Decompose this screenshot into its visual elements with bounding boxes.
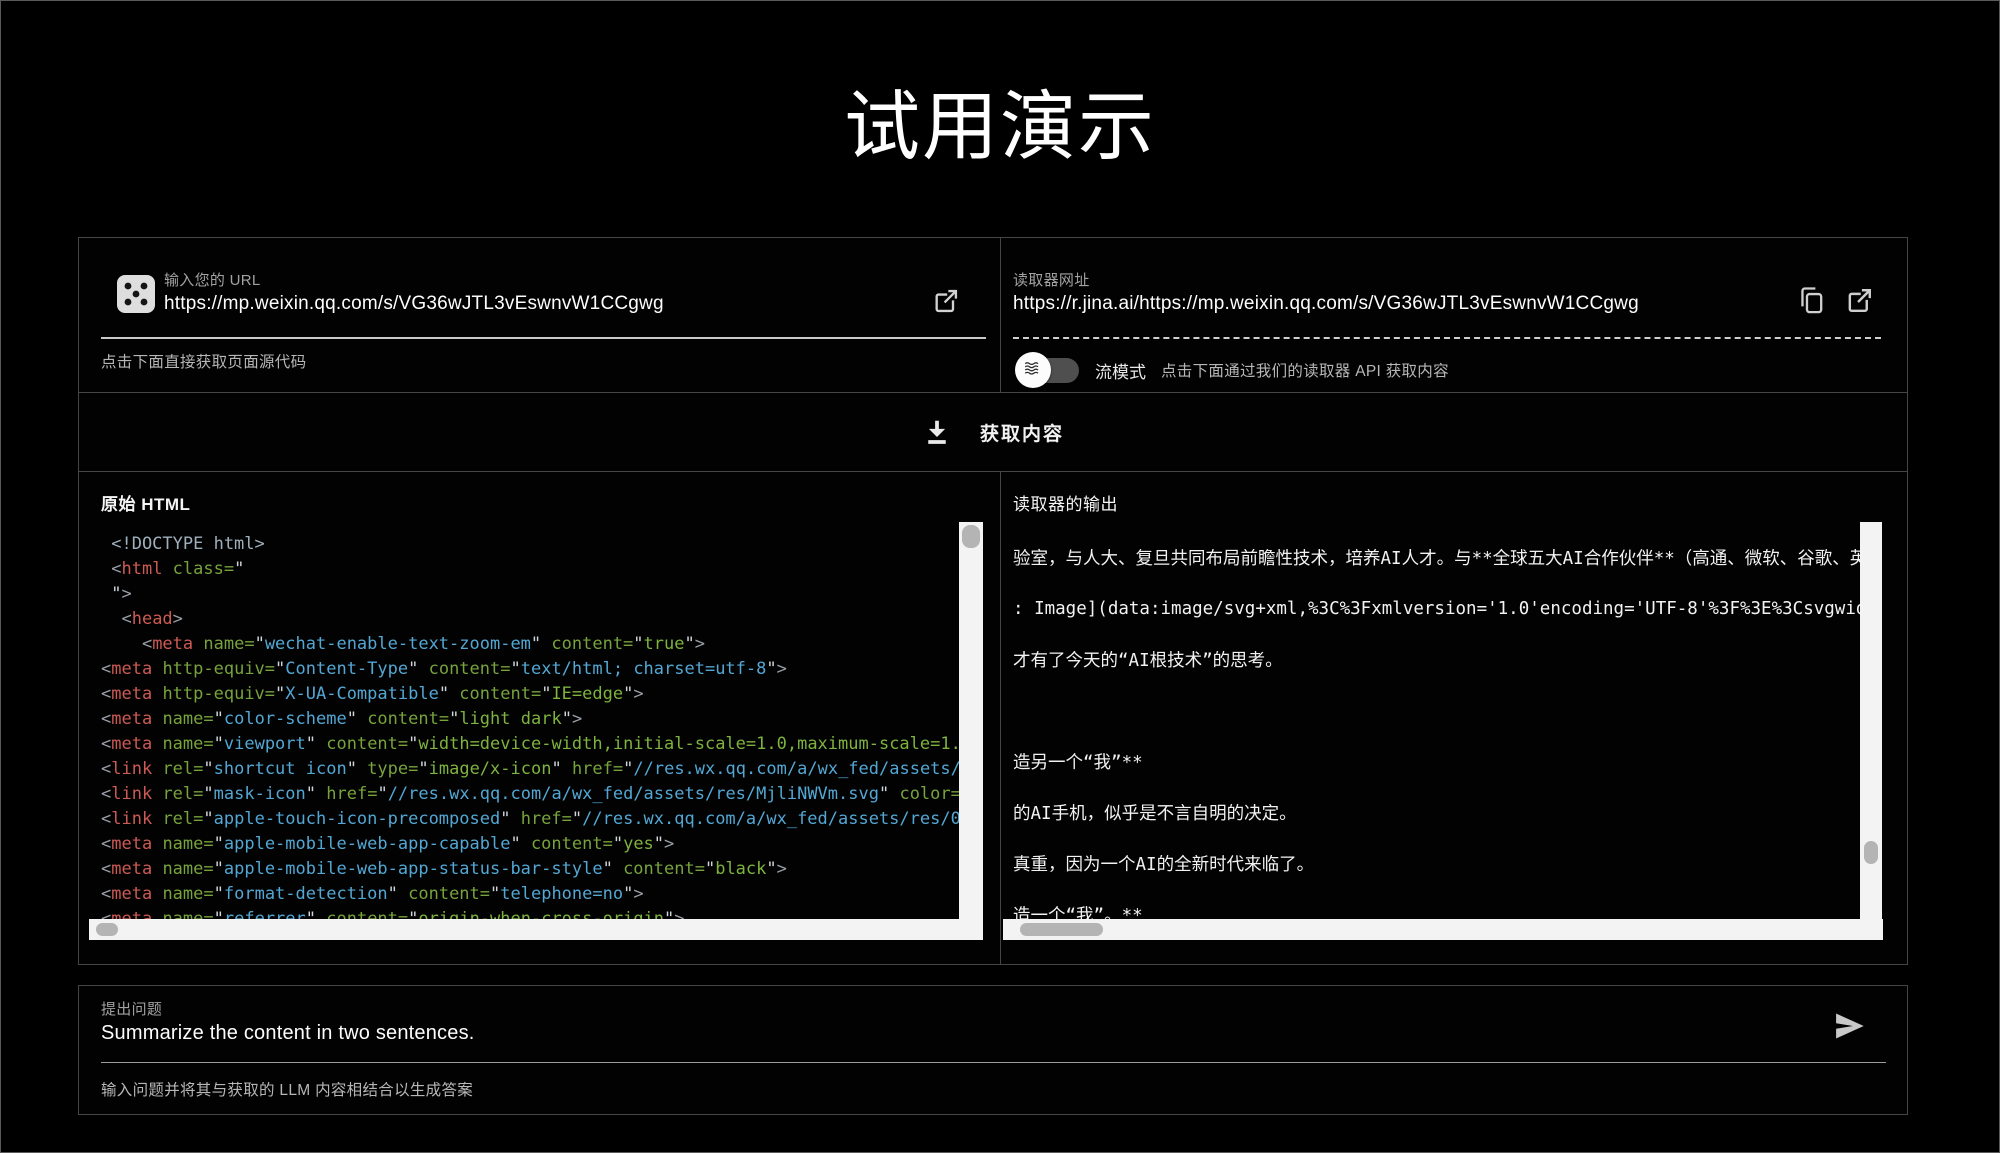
reader-output-text[interactable]: 验室，与人大、复旦共同布局前瞻性技术，培养AI人才。与**全球五大AI合作伙伴*…: [1013, 532, 1861, 934]
scrollbar-thumb[interactable]: [1020, 923, 1103, 936]
code-line: <meta http-equiv="X-UA-Compatible" conte…: [101, 682, 959, 707]
copy-icon[interactable]: [1796, 285, 1827, 316]
code-line: <meta name="apple-mobile-web-app-status-…: [101, 857, 959, 882]
open-url-icon[interactable]: [932, 287, 960, 315]
question-helper: 输入问题并将其与获取的 LLM 内容相结合以生成答案: [101, 1078, 473, 1100]
code-line: <meta http-equiv="Content-Type" content=…: [101, 657, 959, 682]
question-card: 提出问题 Summarize the content in two senten…: [78, 985, 1908, 1115]
code-line: <head>: [101, 607, 959, 632]
code-line: <meta name="format-detection" content="t…: [101, 882, 959, 907]
scrollbar-thumb[interactable]: [96, 923, 118, 936]
code-line: <html class=": [101, 557, 959, 582]
output-line: 的AI手机，似乎是不言自明的决定。: [1013, 787, 1861, 838]
reader-output-horizontal-scrollbar[interactable]: [1003, 919, 1883, 940]
fetch-content-label: 获取内容: [980, 419, 1064, 446]
reader-helper: 点击下面通过我们的读取器 API 获取内容: [1161, 359, 1449, 381]
scrollbar-thumb[interactable]: [1864, 841, 1878, 864]
send-icon[interactable]: [1831, 1008, 1867, 1044]
source-url-helper: 点击下面直接获取页面源代码: [101, 350, 306, 372]
reader-output-panel: 读取器的输出 验室，与人大、复旦共同布局前瞻性技术，培养AI人才。与**全球五大…: [1001, 472, 1907, 965]
input-row: 输入您的 URL https://mp.weixin.qq.com/s/VG36…: [79, 238, 1907, 393]
reader-url-underline: [1013, 337, 1881, 339]
code-line: <link rel="mask-icon" href="//res.wx.qq.…: [101, 782, 959, 807]
source-url-label: 输入您的 URL: [164, 269, 261, 290]
source-url-underline: [101, 337, 986, 339]
code-line: ">: [101, 582, 959, 607]
reader-output-vertical-scrollbar[interactable]: [1860, 522, 1882, 940]
toggle-thumb: [1015, 352, 1051, 388]
output-line: 验室，与人大、复旦共同布局前瞻性技术，培养AI人才。与**全球五大AI合作伙伴*…: [1013, 532, 1861, 583]
html-code[interactable]: <!DOCTYPE html> <html class=" "> <head> …: [101, 532, 959, 934]
raw-html-title: 原始 HTML: [101, 490, 190, 515]
panels-row: 原始 HTML <!DOCTYPE html> <html class=" ">…: [79, 471, 1907, 965]
reader-url-label: 读取器网址: [1013, 269, 1090, 290]
code-line: <meta name="apple-mobile-web-app-capable…: [101, 832, 959, 857]
download-icon: [922, 417, 952, 447]
reader-output-title: 读取器的输出: [1013, 490, 1118, 515]
raw-html-vertical-scrollbar[interactable]: [959, 522, 983, 940]
question-underline: [101, 1062, 1886, 1063]
source-url-input[interactable]: https://mp.weixin.qq.com/s/VG36wJTL3vEsw…: [164, 293, 664, 315]
reader-url-value: https://r.jina.ai/https://mp.weixin.qq.c…: [1013, 293, 1639, 315]
code-line: <meta name="color-scheme" content="light…: [101, 707, 959, 732]
question-input[interactable]: Summarize the content in two sentences.: [101, 1022, 475, 1045]
code-line: <meta name="viewport" content="width=dev…: [101, 732, 959, 757]
code-line: <meta name="wechat-enable-text-zoom-em" …: [101, 632, 959, 657]
source-url-card: 输入您的 URL https://mp.weixin.qq.com/s/VG36…: [79, 238, 1001, 392]
dice-icon[interactable]: [116, 274, 156, 314]
output-line: 造另一个“我”**: [1013, 736, 1861, 787]
raw-html-horizontal-scrollbar[interactable]: [89, 919, 983, 940]
question-label: 提出问题: [101, 998, 162, 1019]
raw-html-panel: 原始 HTML <!DOCTYPE html> <html class=" ">…: [79, 472, 1001, 965]
code-line: <!DOCTYPE html>: [101, 532, 959, 557]
code-line: <link rel="shortcut icon" type="image/x-…: [101, 757, 959, 782]
scrollbar-thumb[interactable]: [962, 525, 980, 548]
output-line: 才有了今天的“AI根技术”的思考。: [1013, 634, 1861, 685]
stream-mode-toggle[interactable]: [1015, 351, 1087, 389]
page-title: 试用演示: [0, 73, 2000, 183]
stream-mode-label: 流模式: [1095, 358, 1146, 383]
output-line: [1013, 685, 1861, 736]
main-panel: 输入您的 URL https://mp.weixin.qq.com/s/VG36…: [78, 237, 1908, 965]
fetch-content-button[interactable]: 获取内容: [79, 393, 1907, 471]
open-reader-url-icon[interactable]: [1845, 286, 1874, 315]
code-line: <link rel="apple-touch-icon-precomposed"…: [101, 807, 959, 832]
output-line: 真重，因为一个AI的全新时代来临了。: [1013, 838, 1861, 889]
output-line: : Image](data:image/svg+xml,%3C%3Fxmlver…: [1013, 583, 1861, 634]
reader-url-card: 读取器网址 https://r.jina.ai/https://mp.weixi…: [1001, 238, 1907, 392]
